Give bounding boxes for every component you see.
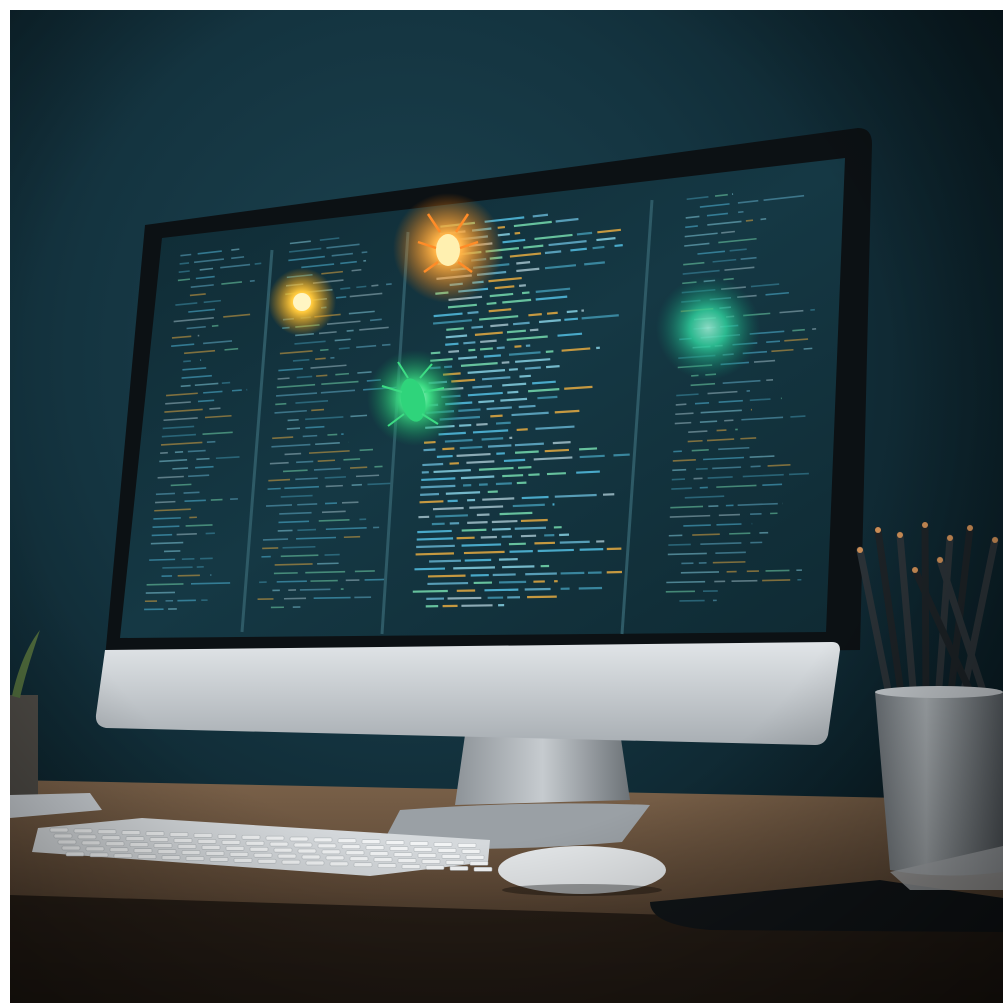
photo-scene bbox=[10, 10, 1003, 1003]
vignette bbox=[10, 10, 1003, 1003]
scene-svg bbox=[10, 10, 1003, 1003]
